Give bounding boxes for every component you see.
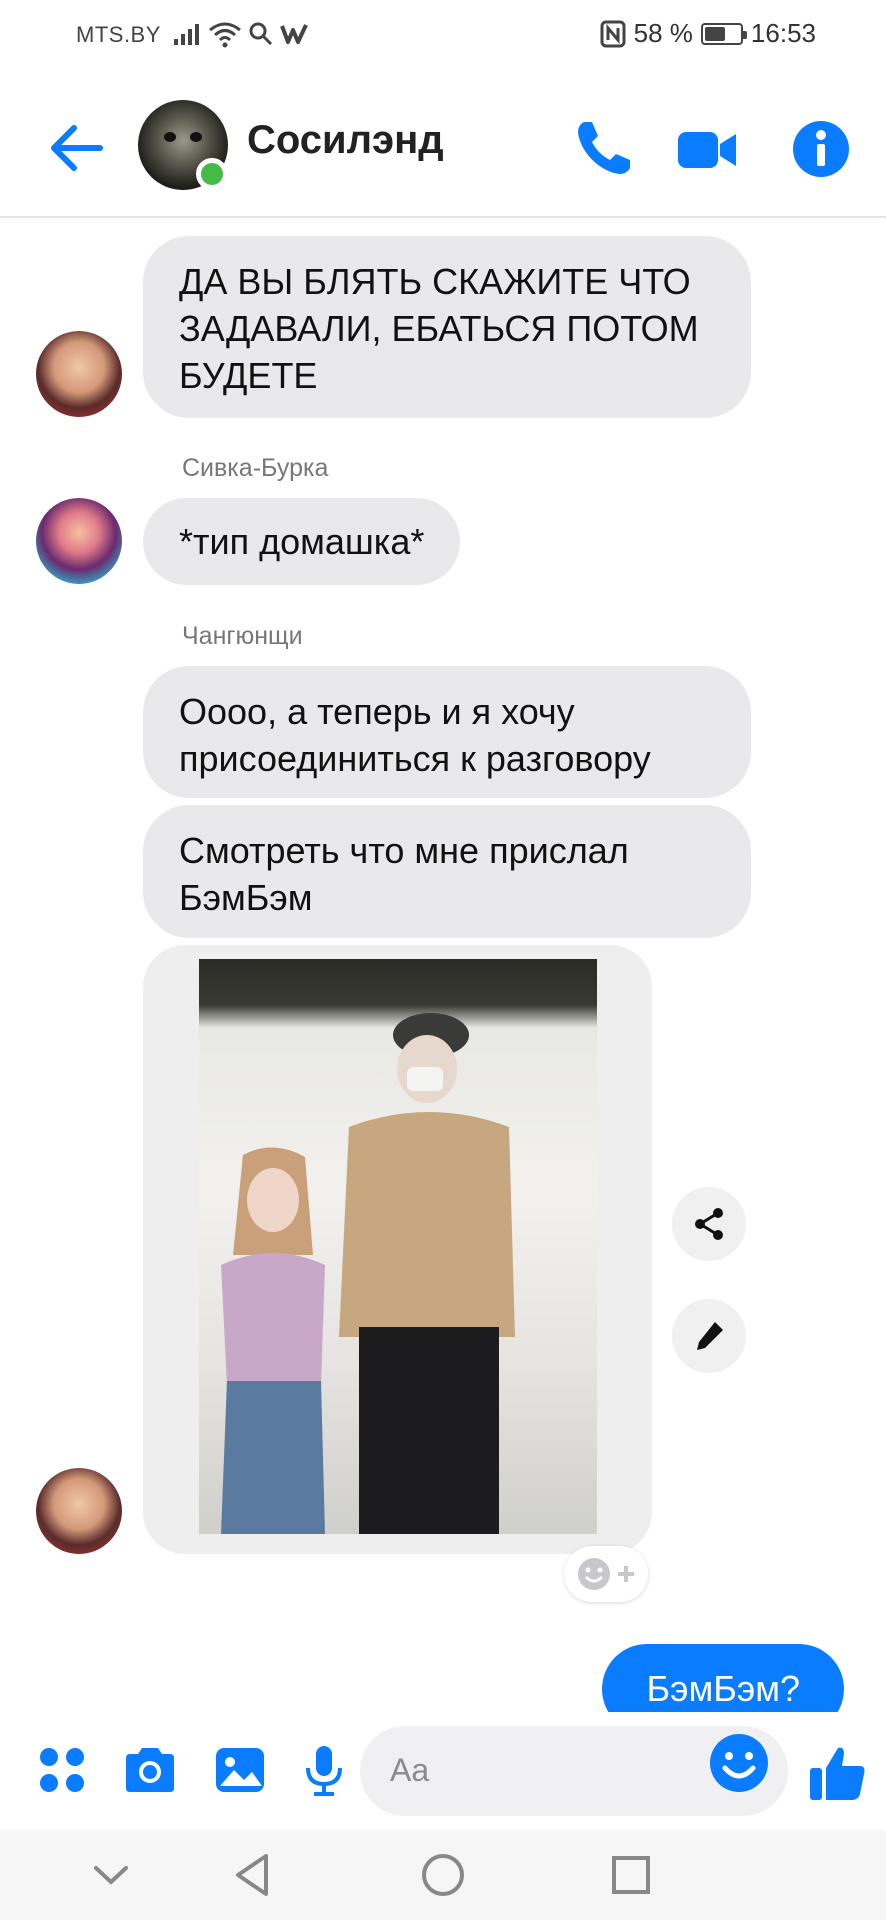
photo-figure (221, 1147, 325, 1534)
avatar-sivka-burka[interactable] (36, 498, 122, 584)
system-nav-bar (0, 1830, 886, 1920)
battery-percent: 58 % (633, 18, 693, 48)
recents-square-icon[interactable] (606, 1850, 656, 1900)
image-message[interactable] (143, 945, 652, 1554)
status-right: 58 % 16:53 (600, 18, 816, 49)
wifi-icon (209, 22, 241, 48)
message-input-placeholder: Aa (390, 1752, 430, 1788)
status-bar: MTS.BY 58 % 16:53 (0, 0, 886, 70)
add-reaction-button[interactable] (564, 1546, 648, 1602)
message-text: *тип домашка* (179, 521, 425, 562)
chat-header: Сосилэнд (0, 80, 886, 218)
camera-icon[interactable] (120, 1740, 180, 1800)
share-button[interactable] (672, 1187, 746, 1261)
share-icon (695, 1208, 723, 1240)
thumbs-up-icon[interactable] (806, 1742, 868, 1804)
message-text: ДА ВЫ БЛЯТЬ СКАЖИТЕ ЧТО ЗАДАВАЛИ, ЕБАТЬС… (179, 261, 699, 396)
back-triangle-icon[interactable] (228, 1850, 278, 1900)
message-bubble[interactable]: ДА ВЫ БЛЯТЬ СКАЖИТЕ ЧТО ЗАДАВАЛИ, ЕБАТЬС… (143, 236, 751, 418)
phone-icon[interactable] (570, 116, 636, 182)
nfc-icon (600, 20, 626, 47)
info-icon[interactable] (788, 116, 854, 182)
emoji-icon[interactable] (708, 1732, 770, 1794)
online-indicator (196, 158, 228, 190)
collapse-icon[interactable] (86, 1850, 136, 1900)
group-avatar[interactable] (138, 100, 228, 190)
sender-name: Чангюнщи (182, 622, 303, 650)
message-bubble[interactable]: *тип домашка* (143, 498, 461, 585)
chat-title[interactable]: Сосилэнд (247, 118, 444, 163)
app-notification-icon (280, 24, 308, 44)
plus-icon (618, 1566, 634, 1582)
message-bubble[interactable]: Смотреть что мне прислал БэмБэм (143, 805, 751, 938)
shared-photo[interactable] (199, 959, 597, 1534)
battery-icon (700, 22, 747, 45)
message-text: БэмБэм? (646, 1668, 800, 1709)
sender-name: Сивка-Бурка (182, 454, 329, 482)
apps-icon[interactable] (32, 1740, 92, 1800)
video-camera-icon[interactable] (674, 116, 740, 182)
clock: 16:53 (750, 18, 816, 48)
microphone-icon[interactable] (294, 1740, 354, 1800)
edit-button[interactable] (672, 1299, 746, 1373)
carrier-label: MTS.BY (76, 22, 161, 47)
composer-bar: Aa (0, 1712, 886, 1830)
avatar-changyunshi[interactable] (36, 1468, 122, 1554)
message-bubble[interactable]: Оооо, а теперь и я хочу присоединиться к… (143, 666, 751, 798)
avatar-changyunshi[interactable] (36, 331, 122, 417)
gallery-icon[interactable] (210, 1740, 270, 1800)
pencil-icon (697, 1322, 723, 1350)
search-icon (249, 22, 273, 46)
message-text: Оооо, а теперь и я хочу присоединиться к… (179, 691, 651, 779)
message-text: Смотреть что мне прислал БэмБэм (179, 830, 629, 918)
status-icons (172, 20, 310, 48)
home-circle-icon[interactable] (418, 1850, 468, 1900)
photo-figure (339, 1013, 515, 1534)
signal-icon (174, 24, 199, 45)
smiley-icon (578, 1558, 610, 1590)
back-arrow-icon[interactable] (44, 116, 108, 180)
